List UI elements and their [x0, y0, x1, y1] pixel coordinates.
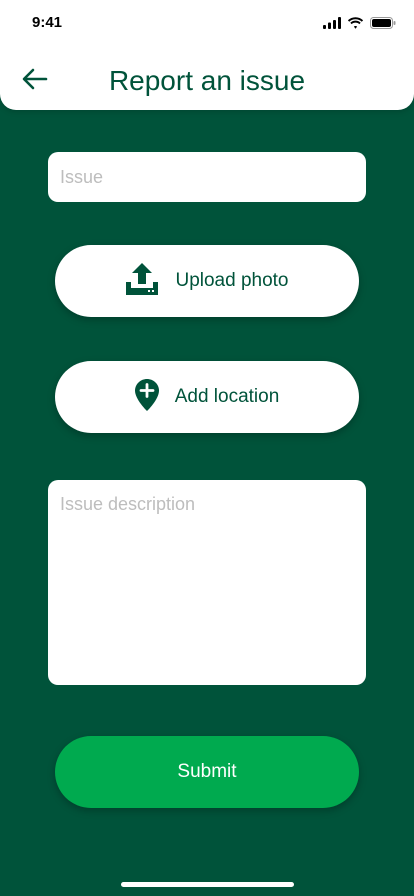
- cellular-signal-icon: [323, 16, 341, 34]
- issue-input[interactable]: [48, 152, 366, 202]
- upload-photo-button[interactable]: Upload photo: [55, 245, 359, 317]
- status-time: 9:41: [32, 14, 63, 31]
- battery-icon: [370, 16, 396, 34]
- map-pin-plus-icon: [134, 378, 159, 416]
- app-header: 9:41 Report an issue: [0, 0, 414, 110]
- home-indicator: [121, 882, 294, 887]
- upload-photo-label: Upload photo: [175, 270, 289, 291]
- submit-button[interactable]: Submit: [55, 736, 359, 808]
- wifi-icon: [347, 16, 364, 34]
- submit-label: Submit: [177, 761, 237, 782]
- add-location-label: Add location: [174, 386, 280, 407]
- upload-tray-icon: [125, 262, 159, 300]
- issue-description-input[interactable]: [48, 480, 366, 685]
- page-title: Report an issue: [108, 65, 306, 96]
- status-icons: [323, 16, 396, 34]
- add-location-button[interactable]: Add location: [55, 361, 359, 433]
